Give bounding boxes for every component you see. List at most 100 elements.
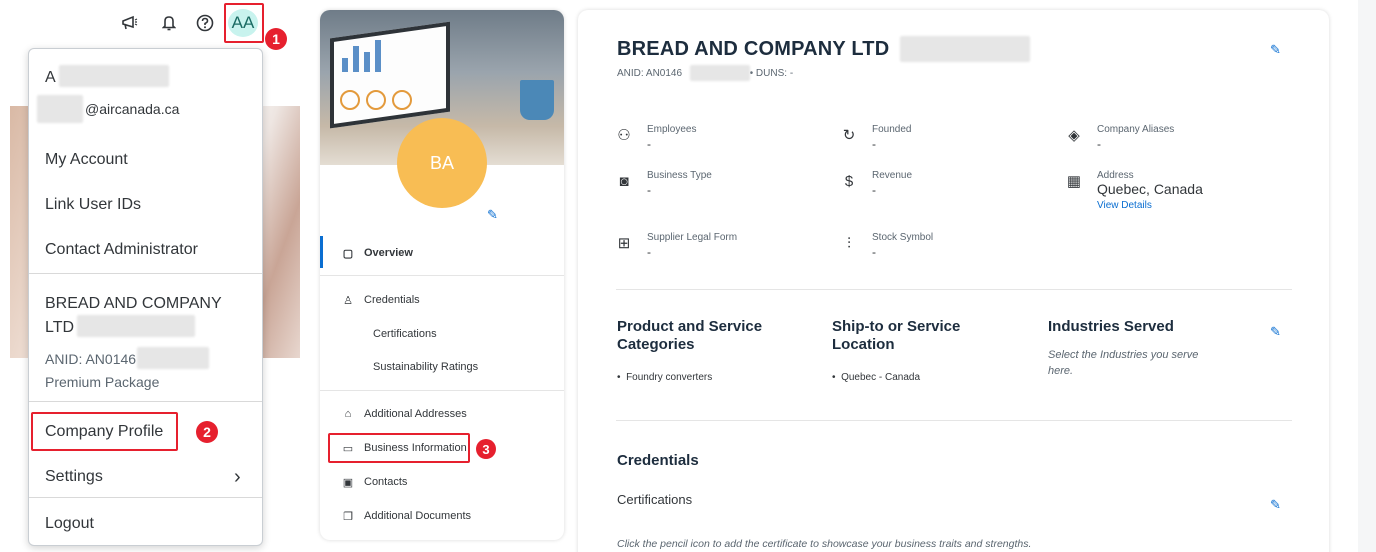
highlight-box-business-information	[328, 433, 470, 463]
menu-contact-administrator[interactable]: Contact Administrator	[45, 241, 198, 259]
briefcase-icon: ◙	[619, 172, 629, 190]
nav-additional-addresses[interactable]: ⌂ Additional Addresses	[342, 408, 467, 420]
founded-label: Founded	[872, 124, 912, 135]
field-founded: ↻ Founded -	[840, 124, 912, 151]
aliases-label: Company Aliases	[1097, 124, 1175, 135]
product-category-text: Foundry converters	[626, 372, 713, 383]
redacted-anid	[690, 65, 750, 81]
nav-certifications[interactable]: Certifications	[373, 328, 437, 340]
nav-additional-addresses-label: Additional Addresses	[364, 408, 467, 420]
redacted-email-user	[37, 95, 83, 123]
menu-company-name-suffix: LTD	[45, 319, 75, 336]
chevron-right-icon: ›	[234, 466, 241, 488]
tag-icon: ◈	[1068, 127, 1080, 144]
step-badge-2: 2	[196, 421, 218, 443]
company-title: BREAD AND COMPANY LTD	[617, 38, 890, 60]
nav-additional-documents[interactable]: ❐ Additional Documents	[342, 510, 471, 523]
product-categories-title-l2: Categories	[617, 336, 695, 353]
separator-dot: •	[749, 68, 754, 79]
ship-to-title-l1: Ship-to or Service	[832, 318, 961, 335]
nav-overview[interactable]: ▢ Overview	[342, 247, 413, 260]
view-details-link[interactable]: View Details	[1097, 200, 1203, 211]
duns-label: DUNS:	[755, 68, 788, 79]
edit-industries-pencil-icon[interactable]: ✎	[1270, 324, 1281, 340]
stock-symbol-label: Stock Symbol	[872, 232, 934, 243]
menu-settings[interactable]: Settings	[45, 468, 103, 486]
nav-credentials[interactable]: ♙ Credentials	[342, 294, 420, 307]
org-structure-icon: ⊞	[617, 235, 631, 252]
nav-contacts[interactable]: ▣ Contacts	[342, 476, 408, 489]
scrollbar-track[interactable]	[1358, 0, 1376, 552]
stock-chart-icon: ⫶	[847, 234, 851, 252]
field-revenue: $ Revenue -	[840, 170, 912, 197]
nav-contacts-label: Contacts	[364, 476, 408, 488]
bullet: •	[832, 372, 842, 383]
menu-company-name: BREAD AND COMPANY	[45, 295, 222, 312]
help-icon[interactable]	[192, 10, 218, 36]
company-details-panel: BREAD AND COMPANY LTD ✎ ANID: AN0146 • D…	[578, 10, 1329, 552]
certifications-hint: Click the pencil icon to add the certifi…	[617, 538, 1032, 550]
certifications-title: Certifications	[617, 492, 693, 507]
founded-value: -	[872, 137, 876, 151]
menu-logout[interactable]: Logout	[45, 515, 94, 533]
duns-value: -	[789, 68, 794, 79]
person-check-icon: ♙	[343, 294, 353, 307]
industries-hint: Select the Industries you serve here.	[1048, 347, 1198, 379]
anid-value: AN0146	[645, 68, 683, 79]
company-logo: BA	[397, 118, 487, 208]
menu-divider	[29, 497, 262, 498]
industries-hint-l1: Select the Industries you serve	[1048, 349, 1199, 361]
chart-illustration	[342, 40, 381, 72]
menu-my-account[interactable]: My Account	[45, 151, 128, 169]
people-icon: ⚇	[617, 127, 631, 144]
redacted-title-suffix	[900, 36, 1030, 62]
ship-to-title-l2: Location	[832, 336, 895, 353]
product-category-item: • Foundry converters	[617, 372, 712, 383]
field-business-type: ◙ Business Type -	[615, 170, 712, 197]
menu-package: Premium Package	[45, 374, 160, 390]
employees-value: -	[647, 137, 651, 151]
business-type-label: Business Type	[647, 170, 712, 181]
anid-label: ANID:	[617, 68, 644, 79]
industries-hint-l2: here.	[1048, 365, 1074, 377]
business-type-value: -	[647, 183, 651, 197]
map-icon: ▦	[1066, 173, 1082, 190]
menu-divider	[29, 273, 262, 274]
user-name-initial: A	[45, 69, 56, 86]
aliases-value: -	[1097, 137, 1101, 151]
bullet: •	[617, 372, 627, 383]
highlight-box-avatar	[224, 3, 264, 43]
user-menu-dropdown: A @aircanada.ca My Account Link User IDs…	[28, 48, 263, 546]
buildings-icon: ⌂	[344, 408, 352, 420]
documents-icon: ❐	[343, 510, 353, 523]
edit-company-pencil-icon[interactable]: ✎	[1270, 42, 1281, 58]
contact-card-icon: ▣	[342, 476, 354, 489]
megaphone-icon[interactable]	[117, 10, 143, 36]
section-divider	[616, 420, 1292, 421]
ship-to-text: Quebec - Canada	[841, 372, 921, 383]
field-supplier-legal-form: ⊞ Supplier Legal Form -	[615, 232, 737, 259]
redacted-company	[77, 315, 195, 337]
bell-icon[interactable]	[156, 10, 182, 36]
field-employees: ⚇ Employees -	[615, 124, 696, 151]
highlight-box-company-profile	[31, 412, 178, 451]
revenue-label: Revenue	[872, 170, 913, 181]
menu-anid: ANID: AN0146	[45, 351, 137, 367]
field-company-aliases: ◈ Company Aliases -	[1065, 124, 1174, 151]
address-value: Quebec, Canada	[1097, 181, 1203, 197]
edit-certifications-pencil-icon[interactable]: ✎	[1270, 497, 1281, 513]
revenue-value: -	[872, 183, 876, 197]
step-badge-3: 3	[476, 439, 496, 459]
nav-divider	[320, 390, 564, 391]
menu-link-user-ids[interactable]: Link User IDs	[45, 196, 141, 214]
nav-sustainability-ratings[interactable]: Sustainability Ratings	[373, 361, 478, 373]
product-categories-title-l1: Product and Service	[617, 318, 763, 335]
field-address: ▦ Address Quebec, Canada View Details	[1065, 170, 1203, 211]
edit-logo-pencil-icon[interactable]: ✎	[487, 207, 498, 223]
money-bag-icon: $	[844, 172, 854, 190]
nav-credentials-label: Credentials	[364, 294, 420, 306]
product-categories-title: Product and Service Categories	[617, 318, 762, 354]
credentials-title: Credentials	[617, 452, 699, 469]
ship-to-title: Ship-to or Service Location	[832, 318, 960, 354]
laptop-illustration	[330, 21, 450, 129]
